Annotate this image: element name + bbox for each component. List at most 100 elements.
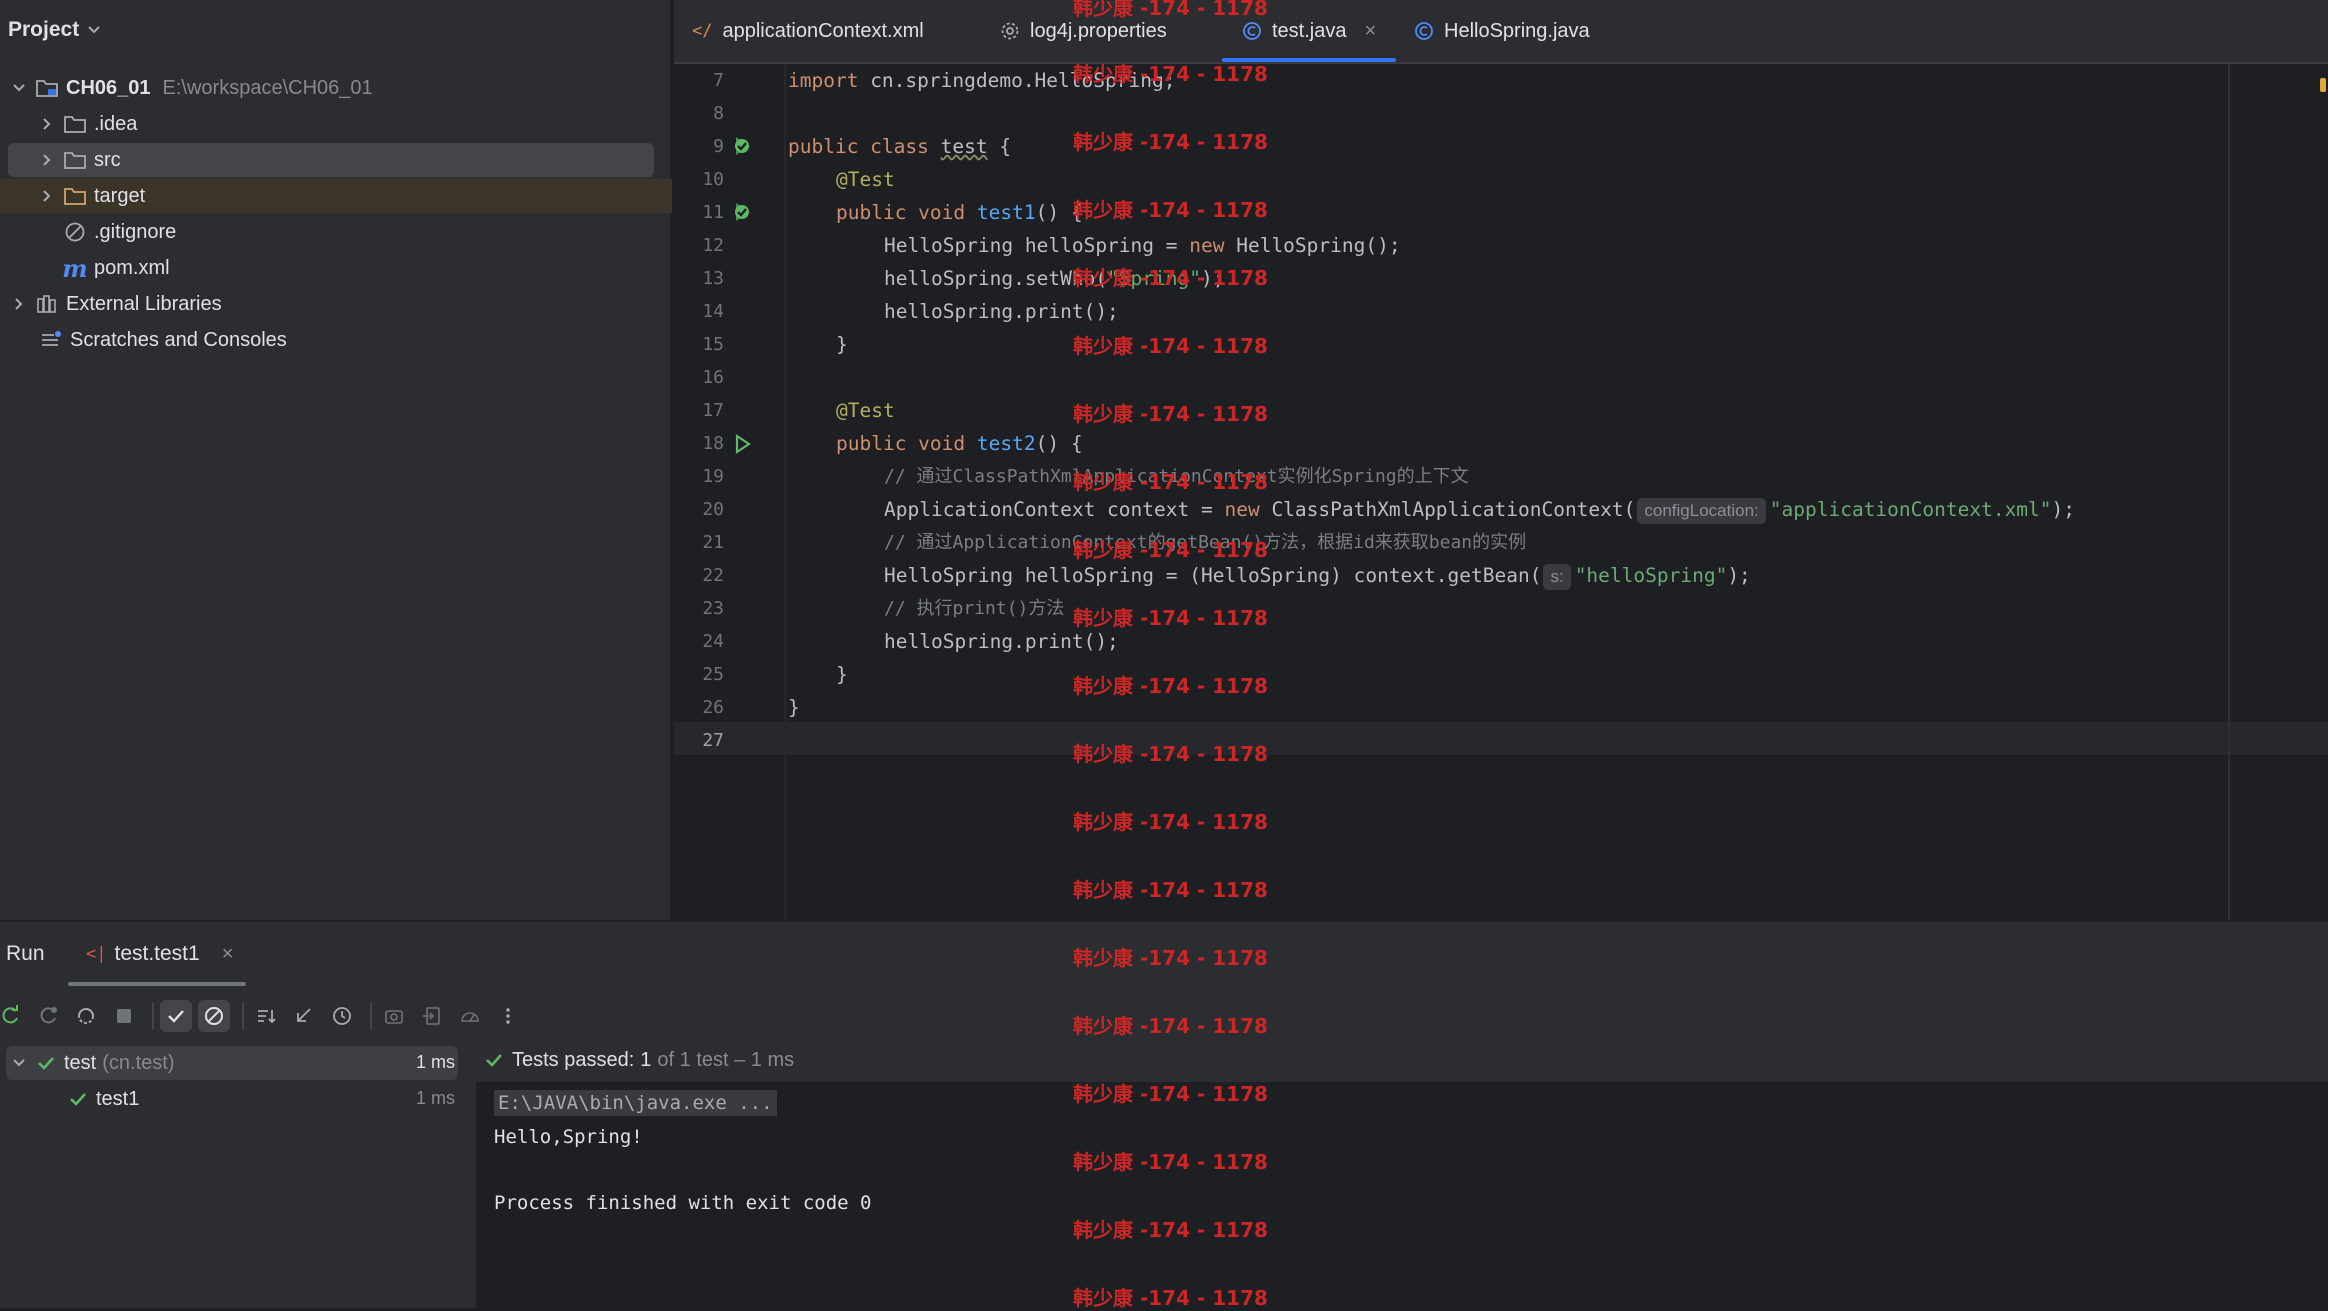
more-options-icon[interactable] — [492, 1000, 524, 1032]
run-passed-icon[interactable] — [730, 200, 754, 224]
watermark-text: 韩少康 -174 - 1178 — [1073, 674, 1268, 698]
show-ignored-icon[interactable] — [198, 1000, 230, 1032]
project-title: Project — [8, 18, 80, 41]
watermark-text: 韩少康 -174 - 1178 — [1073, 1150, 1268, 1174]
test-suite-row[interactable]: test (cn.test) — [12, 1046, 175, 1080]
check-icon — [486, 1054, 502, 1067]
line-number: 27 — [702, 730, 724, 751]
check-icon — [38, 1057, 54, 1070]
console-exit-line: Process finished with exit code 0 — [494, 1192, 872, 1214]
parameter-hint: configLocation: — [1637, 497, 1766, 524]
code-line-14: helloSpring.print(); — [884, 300, 1119, 323]
line-number: 18 — [702, 433, 724, 454]
warning-marker[interactable] — [2320, 78, 2326, 92]
token-text: HelloSpring(); — [1224, 234, 1401, 257]
code-line-12: HelloSpring helloSpring = new HelloSprin… — [884, 229, 1401, 262]
tree-item-idea[interactable]: .idea — [0, 107, 710, 141]
code-editor[interactable]: 7 8 9 10 11 12 13 14 15 16 17 18 19 20 2… — [674, 64, 2328, 920]
watermark-text: 韩少康 -174 - 1178 — [1073, 606, 1268, 630]
tree-item-external-libraries[interactable]: External Libraries — [0, 287, 682, 321]
tab-label: test.java — [1272, 19, 1347, 42]
chevron-down-icon[interactable] — [10, 79, 28, 97]
console-output-line: Hello,Spring! — [494, 1126, 643, 1148]
code-line-22: HelloSpring helloSpring = (HelloSpring) … — [884, 559, 1751, 592]
watermark-text: 韩少康 -174 - 1178 — [1073, 1014, 1268, 1038]
test-history-icon[interactable] — [326, 1000, 358, 1032]
xml-icon: </ — [692, 21, 713, 41]
tree-item-gitignore[interactable]: .gitignore — [0, 215, 734, 249]
project-view-selector[interactable]: Project — [8, 18, 101, 42]
code-line-17: @Test — [836, 394, 895, 427]
line-number: 21 — [702, 532, 724, 553]
tree-item-target[interactable]: target — [0, 179, 710, 213]
tree-item-root[interactable]: CH06_01 E:\workspace\CH06_01 — [0, 71, 682, 105]
chevron-right-icon[interactable] — [10, 295, 28, 313]
module-folder-icon — [34, 77, 60, 99]
token-text: HelloSpring helloSpring = (HelloSpring) … — [884, 564, 1542, 587]
token-text: ); — [2051, 498, 2076, 521]
status-prefix: Tests passed: — [512, 1048, 635, 1071]
tree-item-label: Scratches and Consoles — [70, 328, 287, 351]
sort-alphabetically-icon[interactable] — [250, 1000, 282, 1032]
root-path: E:\workspace\CH06_01 — [162, 76, 373, 99]
console-output[interactable]: Tests passed: 1 of 1 test – 1 ms E:\JAVA… — [476, 1038, 2328, 1308]
coverage-icon[interactable] — [454, 1000, 486, 1032]
token-keyword: public void — [836, 432, 966, 455]
chevron-down-icon[interactable] — [12, 1056, 26, 1070]
test-results-tree: test (cn.test) 1 ms test1 1 ms — [0, 1038, 476, 1308]
maven-icon: m — [62, 253, 88, 283]
chevron-right-icon[interactable] — [38, 151, 56, 169]
root-name: CH06_01 — [66, 76, 151, 99]
run-tab-label: test.test1 — [114, 942, 200, 965]
toolbar-separator — [370, 1003, 372, 1029]
token-method: test2 — [976, 432, 1036, 455]
show-passed-icon[interactable] — [160, 1000, 192, 1032]
watermark-text: 韩少康 -174 - 1178 — [1073, 1082, 1268, 1106]
tab-label: log4j.properties — [1030, 19, 1167, 42]
line-number: 13 — [702, 268, 724, 289]
import-tests-icon[interactable] — [416, 1000, 448, 1032]
token-annotation: @Test — [836, 399, 895, 422]
library-icon — [34, 293, 60, 315]
right-margin-guide — [2228, 64, 2230, 920]
suite-duration: 1 ms — [416, 1052, 456, 1072]
line-number: 11 — [702, 202, 724, 223]
tree-item-src[interactable]: src — [0, 143, 710, 177]
sort-by-duration-icon[interactable] — [288, 1000, 320, 1032]
class-icon — [1243, 22, 1261, 40]
chevron-down-icon — [88, 26, 100, 34]
tree-item-pom[interactable]: m pom.xml — [0, 251, 734, 285]
line-number: 25 — [702, 664, 724, 685]
token-text: HelloSpring helloSpring = — [884, 234, 1190, 257]
watermark-text: 韩少康 -174 - 1178 — [1073, 198, 1268, 222]
chevron-right-icon[interactable] — [38, 115, 56, 133]
folder-icon — [62, 113, 88, 135]
toggle-auto-test-icon[interactable] — [70, 1000, 102, 1032]
run-config-icon: <| — [86, 944, 107, 964]
test-name: test1 — [96, 1087, 140, 1110]
tree-item-scratches[interactable]: Scratches and Consoles — [0, 323, 710, 357]
tab-hellospring-java[interactable]: HelloSpring.java — [1414, 0, 1590, 62]
run-tab-test1[interactable]: <| test.test1 × — [86, 942, 233, 966]
close-icon[interactable]: × — [222, 943, 234, 966]
token-keyword: import — [788, 69, 859, 92]
folder-icon — [62, 149, 88, 171]
class-icon — [1415, 22, 1433, 40]
rerun-failed-icon[interactable] — [32, 1000, 64, 1032]
chevron-right-icon[interactable] — [38, 187, 56, 205]
tree-item-label: target — [94, 184, 146, 207]
tree-item-label: .idea — [94, 112, 138, 135]
test-case-row[interactable]: test1 — [68, 1082, 139, 1116]
tab-application-context[interactable]: </ applicationContext.xml — [692, 0, 924, 62]
run-passed-icon[interactable] — [730, 134, 754, 158]
rerun-icon[interactable] — [0, 1000, 26, 1032]
console-command-line[interactable]: E:\JAVA\bin\java.exe ... — [494, 1090, 777, 1116]
line-number: 7 — [713, 70, 724, 91]
code-line-9: public class test { — [788, 130, 1011, 163]
close-icon[interactable]: × — [1364, 20, 1376, 43]
run-test-icon[interactable] — [730, 432, 754, 456]
screenshot-icon[interactable] — [378, 1000, 410, 1032]
token-text: ApplicationContext context = — [884, 498, 1225, 521]
code-line-26: } — [788, 696, 800, 719]
stop-icon[interactable] — [108, 1000, 140, 1032]
